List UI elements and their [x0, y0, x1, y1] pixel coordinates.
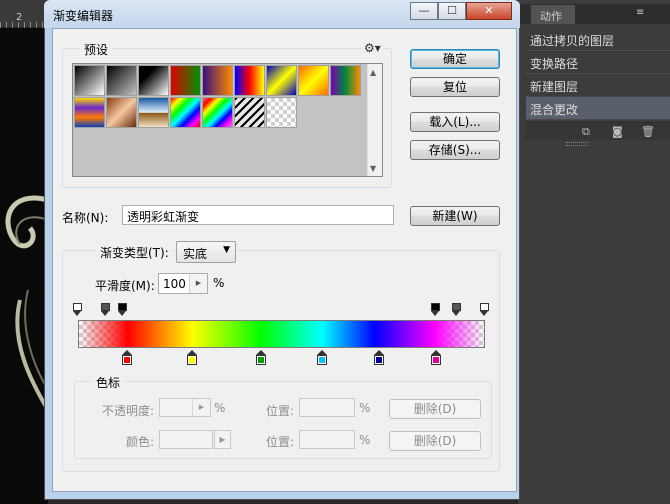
- preset-swatch-transparent-stripes[interactable]: [234, 97, 265, 128]
- color-stop[interactable]: [431, 350, 442, 366]
- opacity-unit: %: [214, 401, 226, 415]
- preset-swatch-blue-red-yellow[interactable]: [234, 65, 265, 96]
- color-picker-arrow-icon[interactable]: ▶: [214, 430, 231, 449]
- camera-icon[interactable]: ◙: [612, 125, 623, 138]
- smoothness-unit: %: [213, 276, 225, 290]
- opacity-location-unit: %: [359, 401, 371, 415]
- scroll-up-icon[interactable]: ▲: [370, 68, 376, 77]
- close-button[interactable]: ✕: [466, 2, 512, 20]
- preset-swatch-violet-green-orange[interactable]: [330, 65, 361, 96]
- color-stop[interactable]: [317, 350, 328, 366]
- history-item[interactable]: 通过拷贝的图层: [526, 28, 670, 51]
- color-stop[interactable]: [186, 350, 197, 366]
- color-location-field[interactable]: [299, 430, 355, 449]
- load-button[interactable]: 载入(L)...: [410, 112, 500, 132]
- smoothness-label: 平滑度(M):: [95, 279, 155, 293]
- stops-legend: 色标: [92, 374, 125, 391]
- preset-swatch-transparent-rainbow[interactable]: [202, 97, 233, 128]
- tab-actions[interactable]: 动作: [531, 5, 575, 24]
- delete-opacity-stop-button[interactable]: 删除(D): [389, 399, 481, 419]
- color-label: 颜色:: [126, 435, 155, 449]
- preset-swatch-transparent-checker[interactable]: [266, 97, 297, 128]
- color-location-label: 位置:: [266, 435, 295, 449]
- opacity-stop[interactable]: [117, 303, 127, 317]
- new-button[interactable]: 新建(W): [410, 206, 500, 226]
- gradient-type-select[interactable]: 实底 ▼: [176, 241, 236, 263]
- color-location-unit: %: [359, 433, 371, 447]
- canvas-artwork: [5, 195, 48, 412]
- ruler-ticks: [0, 22, 48, 28]
- preset-swatch-chrome[interactable]: [138, 97, 169, 128]
- name-field[interactable]: 透明彩虹渐变: [122, 205, 394, 225]
- window-title: 渐变编辑器: [53, 9, 114, 23]
- opacity-label: 不透明度:: [102, 404, 155, 418]
- opacity-location-field[interactable]: [299, 398, 355, 417]
- maximize-button[interactable]: ☐: [438, 2, 466, 20]
- minimize-button[interactable]: —: [410, 2, 438, 20]
- preset-swatch-violet-orange[interactable]: [202, 65, 233, 96]
- preset-scrollbar[interactable]: [367, 64, 382, 176]
- preset-swatch-spectrum[interactable]: [170, 97, 201, 128]
- stepper-arrow-icon[interactable]: ▶: [192, 399, 210, 416]
- gradient-type-value: 实底: [183, 247, 208, 261]
- stepper-arrow-icon[interactable]: ▶: [189, 274, 207, 293]
- ruler-number: 2: [16, 12, 23, 23]
- opacity-stop[interactable]: [480, 303, 489, 317]
- save-button[interactable]: 存储(S)...: [410, 140, 500, 160]
- opacity-stop[interactable]: [431, 303, 441, 317]
- preset-swatch-red-green[interactable]: [170, 65, 201, 96]
- presets-legend: 预设: [80, 41, 113, 58]
- color-stop[interactable]: [374, 350, 385, 366]
- preset-swatch-black-white[interactable]: [138, 65, 169, 96]
- preset-swatch-blue-yellow-blue[interactable]: [266, 65, 297, 96]
- gradient-type-label: 渐变类型(T):: [96, 244, 173, 261]
- opacity-field[interactable]: ▶: [159, 398, 211, 417]
- color-stop[interactable]: [256, 350, 267, 366]
- opacity-stop[interactable]: [451, 303, 461, 317]
- new-document-icon[interactable]: ⧉: [582, 125, 590, 139]
- preset-swatch-foreground-to-transparent[interactable]: [106, 65, 137, 96]
- reset-button[interactable]: 复位: [410, 77, 500, 97]
- history-item[interactable]: 新建图层: [526, 74, 670, 97]
- preset-swatch-foreground-to-background[interactable]: [74, 65, 105, 96]
- scroll-down-icon[interactable]: ▼: [370, 164, 376, 173]
- smoothness-value: 100: [163, 277, 186, 291]
- panel-resize-grip[interactable]: [566, 142, 588, 146]
- opacity-stop[interactable]: [101, 303, 111, 317]
- smoothness-field[interactable]: 100 ▶: [158, 273, 208, 294]
- chevron-down-icon: ▼: [223, 245, 230, 255]
- trash-icon[interactable]: 🗑: [641, 125, 655, 138]
- preset-swatch-copper[interactable]: [106, 97, 137, 128]
- history-item-active[interactable]: 混合更改: [526, 97, 670, 120]
- opacity-location-label: 位置:: [266, 404, 295, 418]
- delete-color-stop-button[interactable]: 删除(D): [389, 431, 481, 451]
- gear-icon[interactable]: ⚙▾: [362, 41, 383, 55]
- name-label: 名称(N):: [62, 211, 109, 225]
- gradient-preview-bar[interactable]: [78, 320, 485, 348]
- history-item[interactable]: 变换路径: [526, 51, 670, 74]
- menu-icon[interactable]: ≡: [636, 7, 644, 18]
- opacity-stop[interactable]: [73, 303, 82, 317]
- preset-swatch-orange-yellow-orange[interactable]: [298, 65, 329, 96]
- color-stop[interactable]: [121, 350, 132, 366]
- color-swatch-field[interactable]: [159, 430, 213, 449]
- preset-swatch-yellow-violet-orange-blue[interactable]: [74, 97, 105, 128]
- ok-button[interactable]: 确定: [410, 49, 500, 69]
